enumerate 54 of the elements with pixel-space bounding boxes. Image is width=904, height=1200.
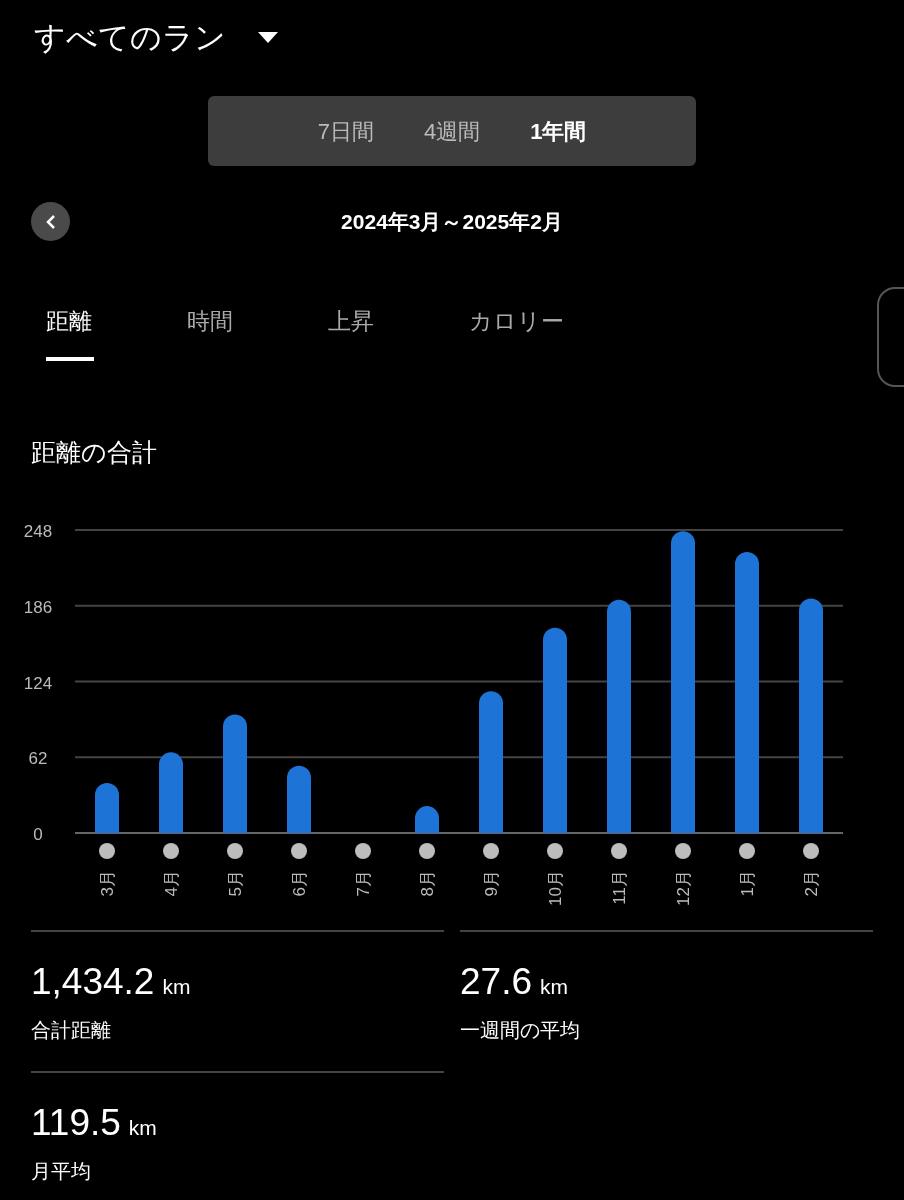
- bar: [287, 765, 311, 833]
- date-range: 2024年3月～2025年2月: [341, 209, 563, 236]
- point-marker: [675, 842, 691, 859]
- stat-value: 27.6: [460, 959, 532, 1004]
- x-axis-label: 1月: [738, 869, 757, 896]
- y-axis-label: 124: [23, 673, 53, 692]
- point-marker: [99, 842, 115, 859]
- period-tab[interactable]: 7日間: [317, 114, 374, 148]
- y-axis-label: 62: [28, 748, 48, 768]
- stat-value: 1,434.2: [31, 959, 155, 1004]
- bar: [415, 805, 439, 833]
- metric-tab[interactable]: カロリー: [469, 304, 610, 364]
- point-marker: [739, 842, 755, 859]
- metric-tab[interactable]: 距離: [46, 304, 187, 364]
- chevron-left-icon: [45, 214, 56, 229]
- y-axis-label: 0: [33, 824, 43, 844]
- point-marker: [227, 842, 243, 859]
- x-axis-label: 3月: [98, 869, 117, 896]
- point-marker: [803, 842, 819, 859]
- stat-unit: km: [162, 973, 191, 1000]
- stat-unit: km: [540, 973, 568, 1000]
- point-marker: [611, 842, 627, 859]
- x-axis-label: 5月: [226, 869, 245, 896]
- x-axis-label: 10月: [546, 869, 565, 906]
- x-axis-label: 7月: [354, 869, 373, 896]
- x-axis-label: 2月: [802, 869, 821, 896]
- stat-value: 119.5: [31, 1100, 121, 1145]
- metric-tab[interactable]: 上昇: [328, 304, 469, 364]
- chart-title: 距離の合計: [30, 437, 158, 468]
- metric-tab[interactable]: 時間: [187, 304, 328, 364]
- x-axis-label: 8月: [418, 869, 437, 896]
- filter-title[interactable]: すべてのラン: [34, 21, 226, 53]
- stat-label: 合計距離: [31, 1018, 112, 1043]
- x-axis-label: 12月: [674, 869, 693, 906]
- x-axis-label: 9月: [482, 869, 501, 896]
- point-marker: [419, 842, 435, 859]
- y-axis-label: 186: [23, 597, 53, 617]
- y-axis-label: 248: [23, 521, 53, 541]
- dropdown-caret-icon[interactable]: [258, 31, 278, 43]
- point-marker: [291, 842, 307, 859]
- point-marker: [483, 842, 499, 859]
- stat-label: 一週間の平均: [460, 1018, 581, 1043]
- stat-unit: km: [128, 1114, 157, 1141]
- point-marker: [355, 842, 371, 859]
- x-axis-label: 4月: [162, 869, 181, 896]
- period-tab[interactable]: 1年間: [530, 114, 587, 148]
- bar: [95, 782, 119, 833]
- stat-label: 月平均: [31, 1159, 92, 1184]
- x-axis-label: 11月: [610, 869, 629, 905]
- x-axis-label: 6月: [290, 869, 309, 896]
- point-marker: [547, 842, 563, 859]
- back-button[interactable]: [31, 202, 70, 241]
- point-marker: [163, 842, 179, 859]
- period-tab[interactable]: 4週間: [423, 114, 481, 148]
